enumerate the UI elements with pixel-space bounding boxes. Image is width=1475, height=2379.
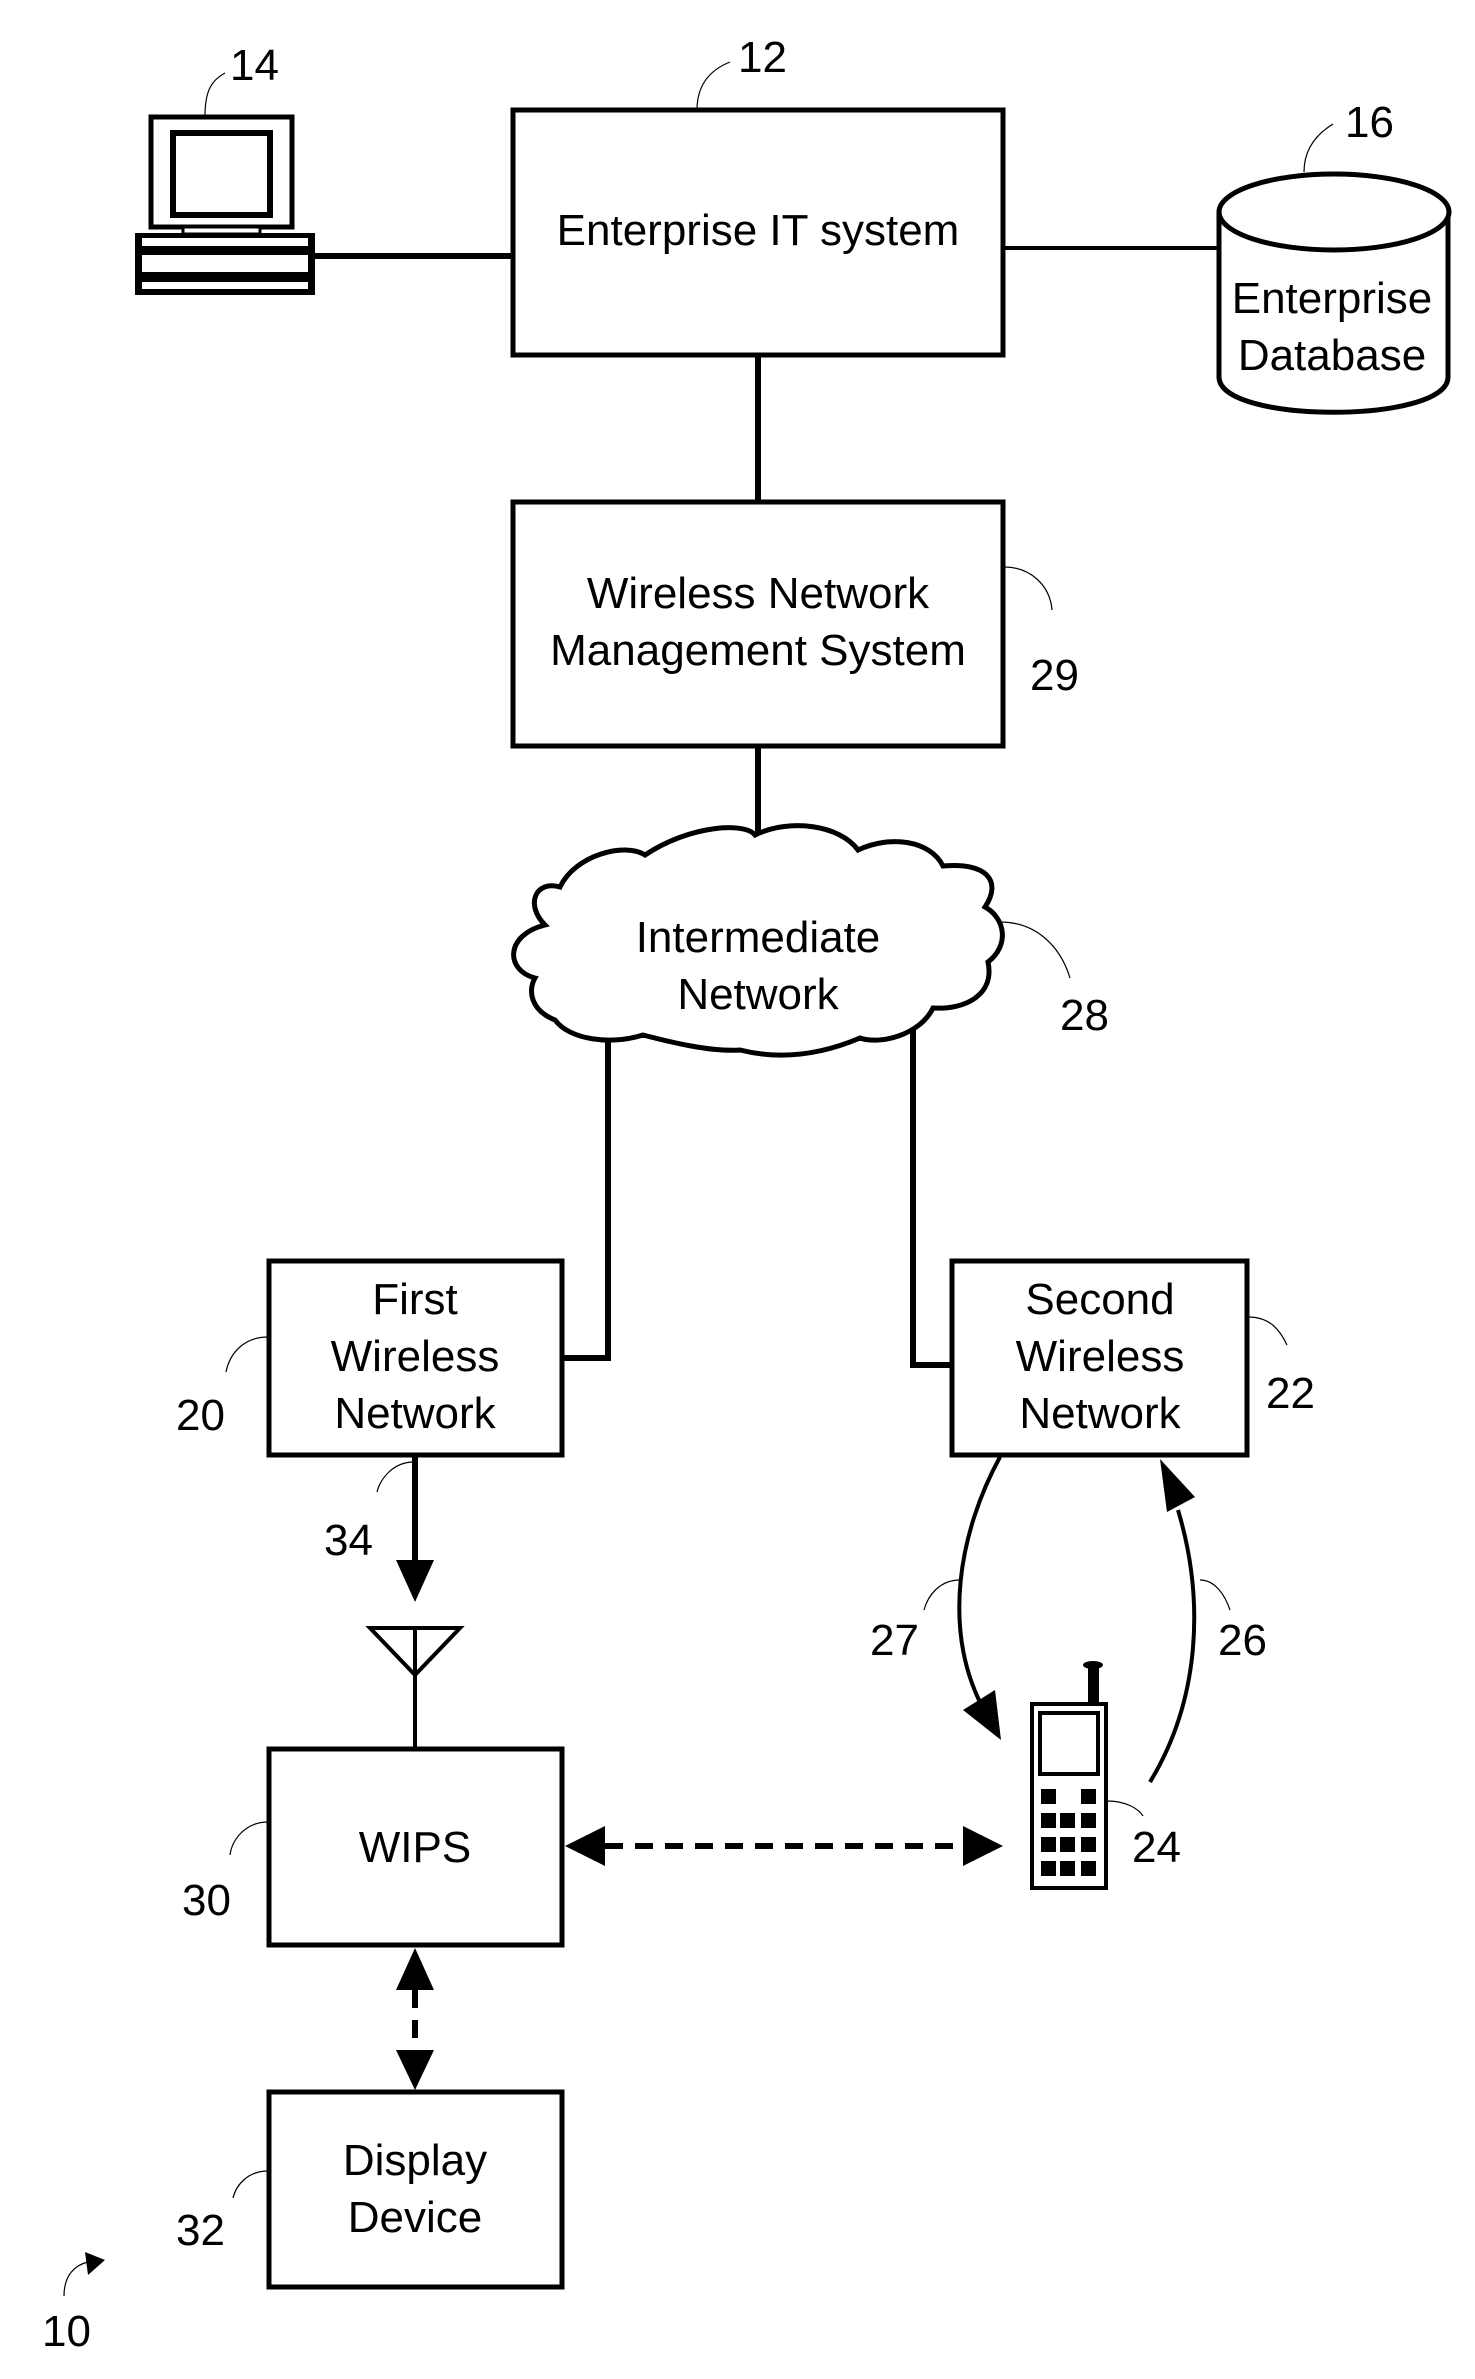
leader-14 [204,72,226,117]
ref-30: 30 [182,1876,231,1925]
first-network-label-line2: Wireless [331,1332,500,1381]
mobile-phone-icon [1030,1661,1108,1890]
leader-30 [229,1821,269,1856]
first-network-label-line3: Network [334,1389,496,1438]
leader-12 [696,61,731,111]
link-27-curve [957,1456,1002,1713]
link-cloud-to-second-network [910,1030,952,1368]
wips-mobile-arrowhead-right [963,1826,1003,1866]
database-label-line2: Database [1238,331,1426,380]
enterprise-it-system-label: Enterprise IT system [557,206,960,255]
ref-10: 10 [42,2307,91,2356]
ref-32: 32 [176,2206,225,2255]
wips-display-arrowhead-down [396,2050,434,2090]
link-27-arrowhead [963,1690,1001,1740]
wips-display-arrowhead-up [396,1948,434,1990]
ref-16: 16 [1345,98,1394,147]
ref-12: 12 [738,33,787,82]
leader-27 [923,1579,961,1611]
link-34-arrowhead [396,1560,434,1602]
antenna-icon [365,1626,465,1749]
network-diagram: Enterprise IT system 12 14 Enterprise Da… [42,33,1452,2356]
second-network-label-line1: Second [1025,1275,1174,1324]
link-26-arrowhead [1160,1459,1195,1512]
ref-29: 29 [1030,651,1079,700]
intermediate-network-label-line2: Network [677,970,839,1019]
intermediate-network-label-line1: Intermediate [636,913,881,962]
leader-20 [225,1336,269,1373]
leader-24 [1106,1800,1144,1817]
ref-20: 20 [176,1391,225,1440]
ref-27: 27 [870,1616,919,1665]
second-network-label-line3: Network [1019,1389,1181,1438]
computer-icon [135,114,315,295]
display-device-box [266,2089,565,2290]
wnms-label-line2: Management System [550,626,966,675]
leader-26 [1199,1579,1231,1611]
ref-14: 14 [230,41,279,90]
leader-34 [376,1461,415,1493]
wnms-box [510,499,1006,749]
link-26-curve [1148,1509,1197,1784]
ref-26: 26 [1218,1616,1267,1665]
figure-ref-arrowhead [85,2252,105,2275]
ref-34: 34 [324,1516,373,1565]
wips-mobile-arrowhead-left [565,1826,605,1866]
wips-label: WIPS [359,1823,471,1872]
display-label-line2: Device [348,2193,483,2242]
database-label-line1: Enterprise [1232,274,1433,323]
second-network-label-line2: Wireless [1016,1332,1185,1381]
leader-28 [999,921,1071,979]
wnms-label-line1: Wireless Network [587,569,930,618]
leader-10 [63,2261,89,2297]
leader-32 [232,2170,269,2199]
ref-28: 28 [1060,991,1109,1040]
display-label-line1: Display [343,2136,487,2185]
leader-16 [1303,123,1334,173]
leader-22 [1247,1316,1288,1346]
leader-29 [1003,566,1053,611]
link-cloud-to-first-network [562,1040,611,1361]
ref-24: 24 [1132,1823,1181,1872]
first-network-label-line1: First [372,1275,458,1324]
ref-22: 22 [1266,1369,1315,1418]
